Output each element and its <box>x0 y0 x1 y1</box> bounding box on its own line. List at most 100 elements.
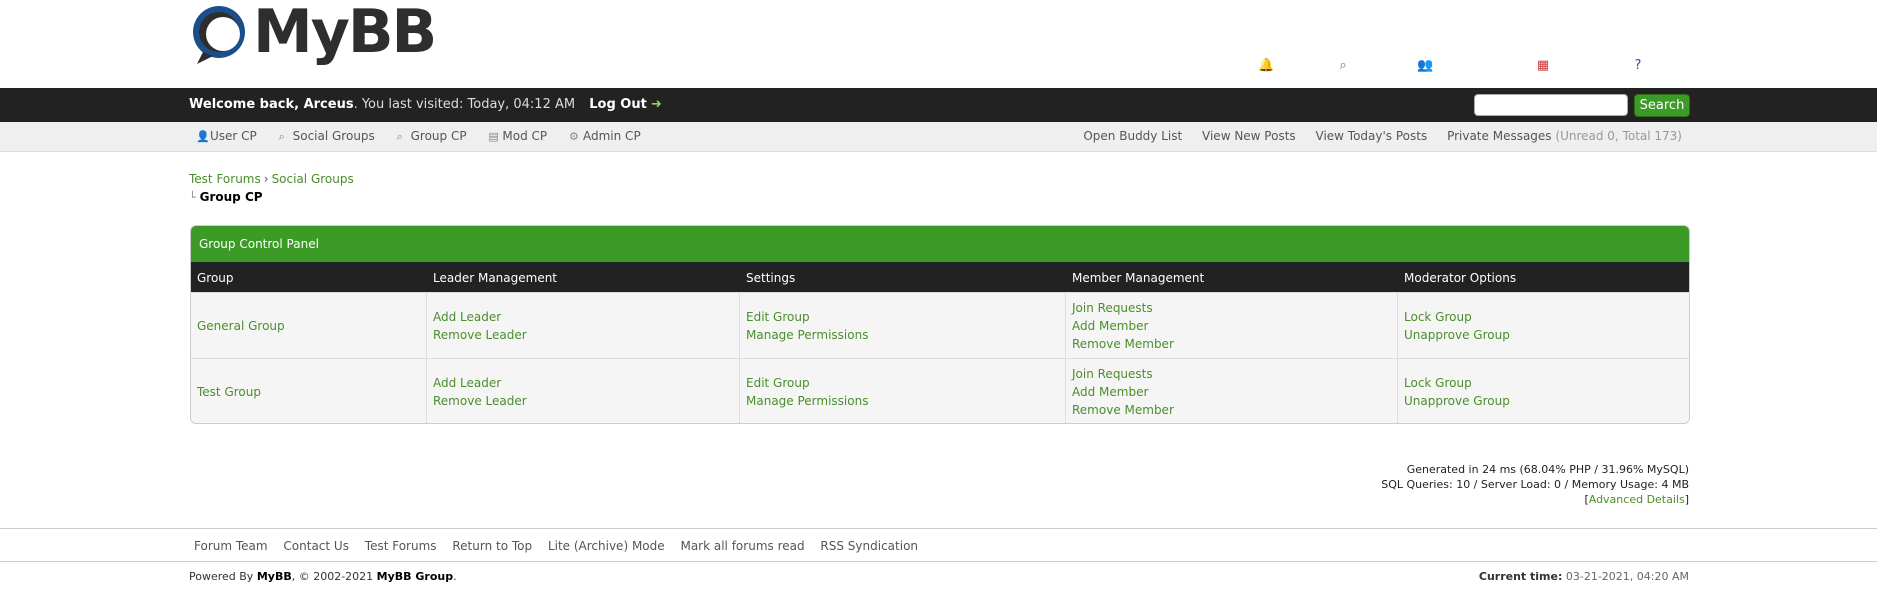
search-icon[interactable]: ⌕ <box>1335 58 1351 74</box>
add-member-link[interactable]: Add Member <box>1072 383 1174 401</box>
group-link[interactable]: General Group <box>197 319 285 333</box>
user-icon: 👤 <box>196 130 210 143</box>
leader-cell: Add Leader Remove Leader <box>427 293 740 358</box>
menu-user-cp-label: User CP <box>210 129 257 143</box>
footer-test-forums[interactable]: Test Forums <box>365 539 437 553</box>
menu-mod-cp[interactable]: ▤ Mod CP <box>488 129 547 143</box>
footer-contact-us[interactable]: Contact Us <box>283 539 349 553</box>
powered-prefix: Powered By <box>189 570 257 583</box>
logo-text: MyBB <box>253 0 437 67</box>
calendar-icon[interactable]: ▦ <box>1535 58 1551 74</box>
members-cell: Join Requests Add Member Remove Member <box>1066 293 1398 358</box>
welcome-text: Welcome back, Arceus. You last visited: … <box>189 97 662 112</box>
footer-return-top[interactable]: Return to Top <box>452 539 532 553</box>
footer-rss[interactable]: RSS Syndication <box>820 539 918 553</box>
column-member-management: Member Management <box>1072 271 1205 285</box>
menu-social-groups[interactable]: ⌕ Social Groups <box>279 129 375 143</box>
add-member-link[interactable]: Add Member <box>1072 317 1174 335</box>
remove-leader-link[interactable]: Remove Leader <box>433 392 527 410</box>
group-cell: Test Group <box>191 359 427 423</box>
menu-group-cp-label: Group CP <box>410 129 467 143</box>
logout-link[interactable]: Log Out <box>589 97 647 112</box>
menu-social-groups-label: Social Groups <box>292 129 375 143</box>
current-time: Current time: 03-21-2021, 04:20 AM <box>1479 570 1689 583</box>
edit-group-link[interactable]: Edit Group <box>746 374 868 392</box>
column-settings: Settings <box>746 271 796 285</box>
gear-icon: ⚙ <box>569 130 579 143</box>
member-list-icon[interactable]: 👥 <box>1417 58 1433 74</box>
breadcrumb-social-groups[interactable]: Social Groups <box>272 172 354 186</box>
breadcrumb-current-label: Group CP <box>199 190 263 204</box>
current-time-value: 03-21-2021, 04:20 AM <box>1565 570 1689 583</box>
new-posts-link[interactable]: View New Posts <box>1202 129 1296 143</box>
footer-links: Forum Team Contact Us Test Forums Return… <box>194 539 930 553</box>
help-icon[interactable]: ? <box>1630 58 1646 74</box>
last-visit-text: . You last visited: Today, 04:12 AM <box>353 97 576 112</box>
join-requests-link[interactable]: Join Requests <box>1072 299 1174 317</box>
manage-permissions-link[interactable]: Manage Permissions <box>746 326 868 344</box>
edit-group-link[interactable]: Edit Group <box>746 308 868 326</box>
menu-admin-cp[interactable]: ⚙ Admin CP <box>569 129 641 143</box>
unapprove-group-link[interactable]: Unapprove Group <box>1404 326 1510 344</box>
group-control-panel: Group Control Panel Group Leader Managem… <box>190 225 1690 424</box>
breadcrumb-separator: › <box>263 172 269 186</box>
footer-mark-read[interactable]: Mark all forums read <box>680 539 804 553</box>
remove-member-link[interactable]: Remove Member <box>1072 335 1174 353</box>
search-icon: ⌕ <box>278 130 285 143</box>
advanced-details-wrap: [Advanced Details] <box>1584 493 1689 506</box>
footer-forum-team[interactable]: Forum Team <box>194 539 268 553</box>
search-button[interactable]: Search <box>1634 94 1690 117</box>
tree-branch-icon: └ <box>189 191 196 204</box>
remove-member-link[interactable]: Remove Member <box>1072 401 1174 419</box>
table-row: General Group Add Leader Remove Leader E… <box>191 292 1689 358</box>
breadcrumb-current: └ Group CP <box>189 190 263 204</box>
join-requests-link[interactable]: Join Requests <box>1072 365 1174 383</box>
mybb-group-link[interactable]: MyBB Group <box>377 570 453 583</box>
search-icon: ⌕ <box>396 130 403 143</box>
unapprove-group-link[interactable]: Unapprove Group <box>1404 392 1510 410</box>
remove-leader-link[interactable]: Remove Leader <box>433 326 527 344</box>
powered-suffix: . <box>453 570 457 583</box>
lock-group-link[interactable]: Lock Group <box>1404 374 1510 392</box>
moderator-cell: Lock Group Unapprove Group <box>1398 359 1689 423</box>
debug-stats: Generated in 24 ms (68.04% PHP / 31.96% … <box>1381 462 1689 507</box>
table-row: Test Group Add Leader Remove Leader Edit… <box>191 358 1689 423</box>
powered-copyright: , © 2002-2021 <box>291 570 377 583</box>
menu-mod-cp-label: Mod CP <box>502 129 548 143</box>
notification-bell-icon[interactable]: 🔔 <box>1258 58 1274 74</box>
settings-cell: Edit Group Manage Permissions <box>740 293 1066 358</box>
column-group: Group <box>197 271 234 285</box>
lock-group-link[interactable]: Lock Group <box>1404 308 1510 326</box>
column-leader-management: Leader Management <box>433 271 558 285</box>
buddy-list-link[interactable]: Open Buddy List <box>1083 129 1182 143</box>
private-messages-link[interactable]: Private Messages (Unread 0, Total 173) <box>1447 129 1682 143</box>
today-posts-link[interactable]: View Today's Posts <box>1316 129 1428 143</box>
generated-time: Generated in 24 ms (68.04% PHP / 31.96% … <box>1406 463 1689 476</box>
pm-label: Private Messages <box>1447 129 1552 143</box>
leader-cell: Add Leader Remove Leader <box>427 359 740 423</box>
moderator-cell: Lock Group Unapprove Group <box>1398 293 1689 358</box>
settings-cell: Edit Group Manage Permissions <box>740 359 1066 423</box>
advanced-details-link[interactable]: Advanced Details <box>1589 493 1685 506</box>
add-leader-link[interactable]: Add Leader <box>433 374 527 392</box>
welcome-bar: Welcome back, Arceus. You last visited: … <box>0 88 1877 122</box>
menu-group-cp[interactable]: ⌕ Group CP <box>397 129 467 143</box>
footer-lite-mode[interactable]: Lite (Archive) Mode <box>548 539 665 553</box>
mybb-logo-icon <box>193 6 245 64</box>
column-moderator-options: Moderator Options <box>1404 271 1517 285</box>
sql-queries: SQL Queries: 10 / Server Load: 0 / Memor… <box>1381 478 1689 491</box>
pm-count: (Unread 0, Total 173) <box>1555 129 1682 143</box>
menu-user-cp[interactable]: 👤User CP <box>196 129 257 143</box>
group-link[interactable]: Test Group <box>197 385 261 399</box>
powered-by: Powered By MyBB, © 2002-2021 MyBB Group. <box>189 570 457 583</box>
mybb-link[interactable]: MyBB <box>257 570 292 583</box>
manage-permissions-link[interactable]: Manage Permissions <box>746 392 868 410</box>
header-icon-bar: 🔔 ⌕ 👥 ▦ ? <box>0 58 1877 78</box>
breadcrumb: Test Forums › Social Groups <box>189 172 354 186</box>
breadcrumb-test-forums[interactable]: Test Forums <box>189 172 261 186</box>
menu-bar: 👤User CP ⌕ Social Groups ⌕ Group CP ▤ Mod C… <box>0 122 1877 152</box>
search-input[interactable] <box>1474 94 1628 116</box>
username[interactable]: Arceus <box>304 97 354 112</box>
logout-arrow-icon: ➜ <box>650 97 662 112</box>
add-leader-link[interactable]: Add Leader <box>433 308 527 326</box>
